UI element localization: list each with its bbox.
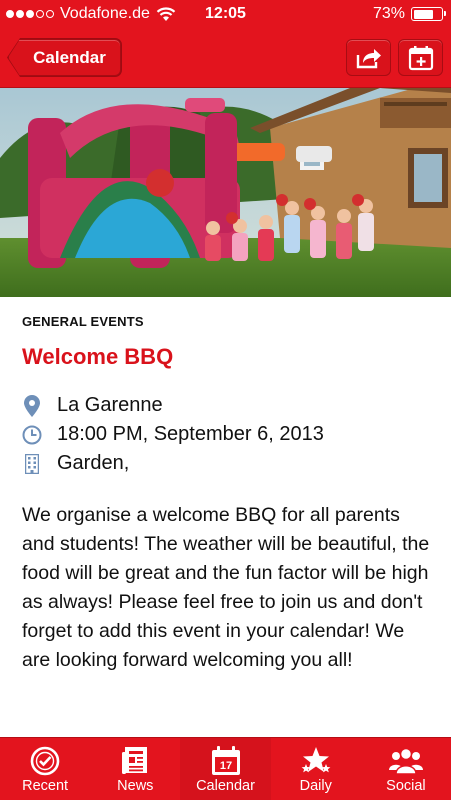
add-to-calendar-icon	[408, 45, 433, 70]
event-photo	[0, 88, 451, 297]
signal-strength-icon	[6, 10, 54, 18]
tab-calendar-label: Calendar	[196, 778, 255, 794]
event-datetime: 18:00 PM, September 6, 2013	[57, 423, 324, 445]
tab-social-label: Social	[386, 778, 426, 794]
tab-daily-label: Daily	[299, 778, 332, 794]
stars-icon	[300, 745, 332, 777]
tab-recent-label: Recent	[22, 778, 69, 794]
map-pin-icon	[22, 394, 42, 417]
event-location-row[interactable]: La Garenne	[22, 394, 163, 417]
event-title: Welcome BBQ	[22, 344, 174, 369]
building-icon	[22, 453, 42, 475]
wifi-icon	[156, 7, 176, 21]
tab-bar: Recent News 17 Calendar Daily Social	[0, 737, 451, 800]
back-button[interactable]: Calendar	[8, 39, 121, 76]
tab-social[interactable]: Social	[361, 738, 451, 800]
battery-level	[413, 9, 434, 19]
carrier-name: Vodafone.de	[60, 5, 150, 22]
status-right: 73%	[372, 0, 446, 28]
event-description: We organise a welcome BBQ for all parent…	[22, 504, 430, 671]
people-icon	[388, 745, 424, 777]
tab-daily[interactable]: Daily	[271, 738, 361, 800]
clock-icon	[29, 745, 61, 777]
tab-calendar[interactable]: 17 Calendar	[180, 738, 271, 800]
navigation-bar: Calendar	[0, 28, 451, 88]
share-icon	[356, 48, 381, 68]
share-button[interactable]	[346, 39, 391, 76]
calendar-badge: 17	[219, 760, 231, 772]
clock-icon	[22, 424, 42, 446]
add-to-calendar-button[interactable]	[398, 39, 443, 76]
back-button-label: Calendar	[33, 47, 106, 67]
tab-news-label: News	[117, 778, 154, 794]
status-bar: Vodafone.de 12:05 73%	[0, 0, 451, 28]
event-location: La Garenne	[57, 394, 163, 416]
tab-recent[interactable]: Recent	[0, 738, 90, 800]
event-time-row: 18:00 PM, September 6, 2013	[22, 423, 324, 446]
event-venue: Garden,	[57, 452, 130, 474]
tab-news[interactable]: News	[90, 738, 180, 800]
status-left: Vodafone.de	[0, 5, 176, 23]
event-category: GENERAL EVENTS	[22, 314, 144, 329]
event-venue-row: Garden,	[22, 452, 129, 475]
battery-icon	[411, 7, 446, 21]
newspaper-icon	[121, 745, 149, 777]
battery-percent: 73%	[372, 5, 405, 22]
calendar-icon: 17	[211, 745, 241, 777]
